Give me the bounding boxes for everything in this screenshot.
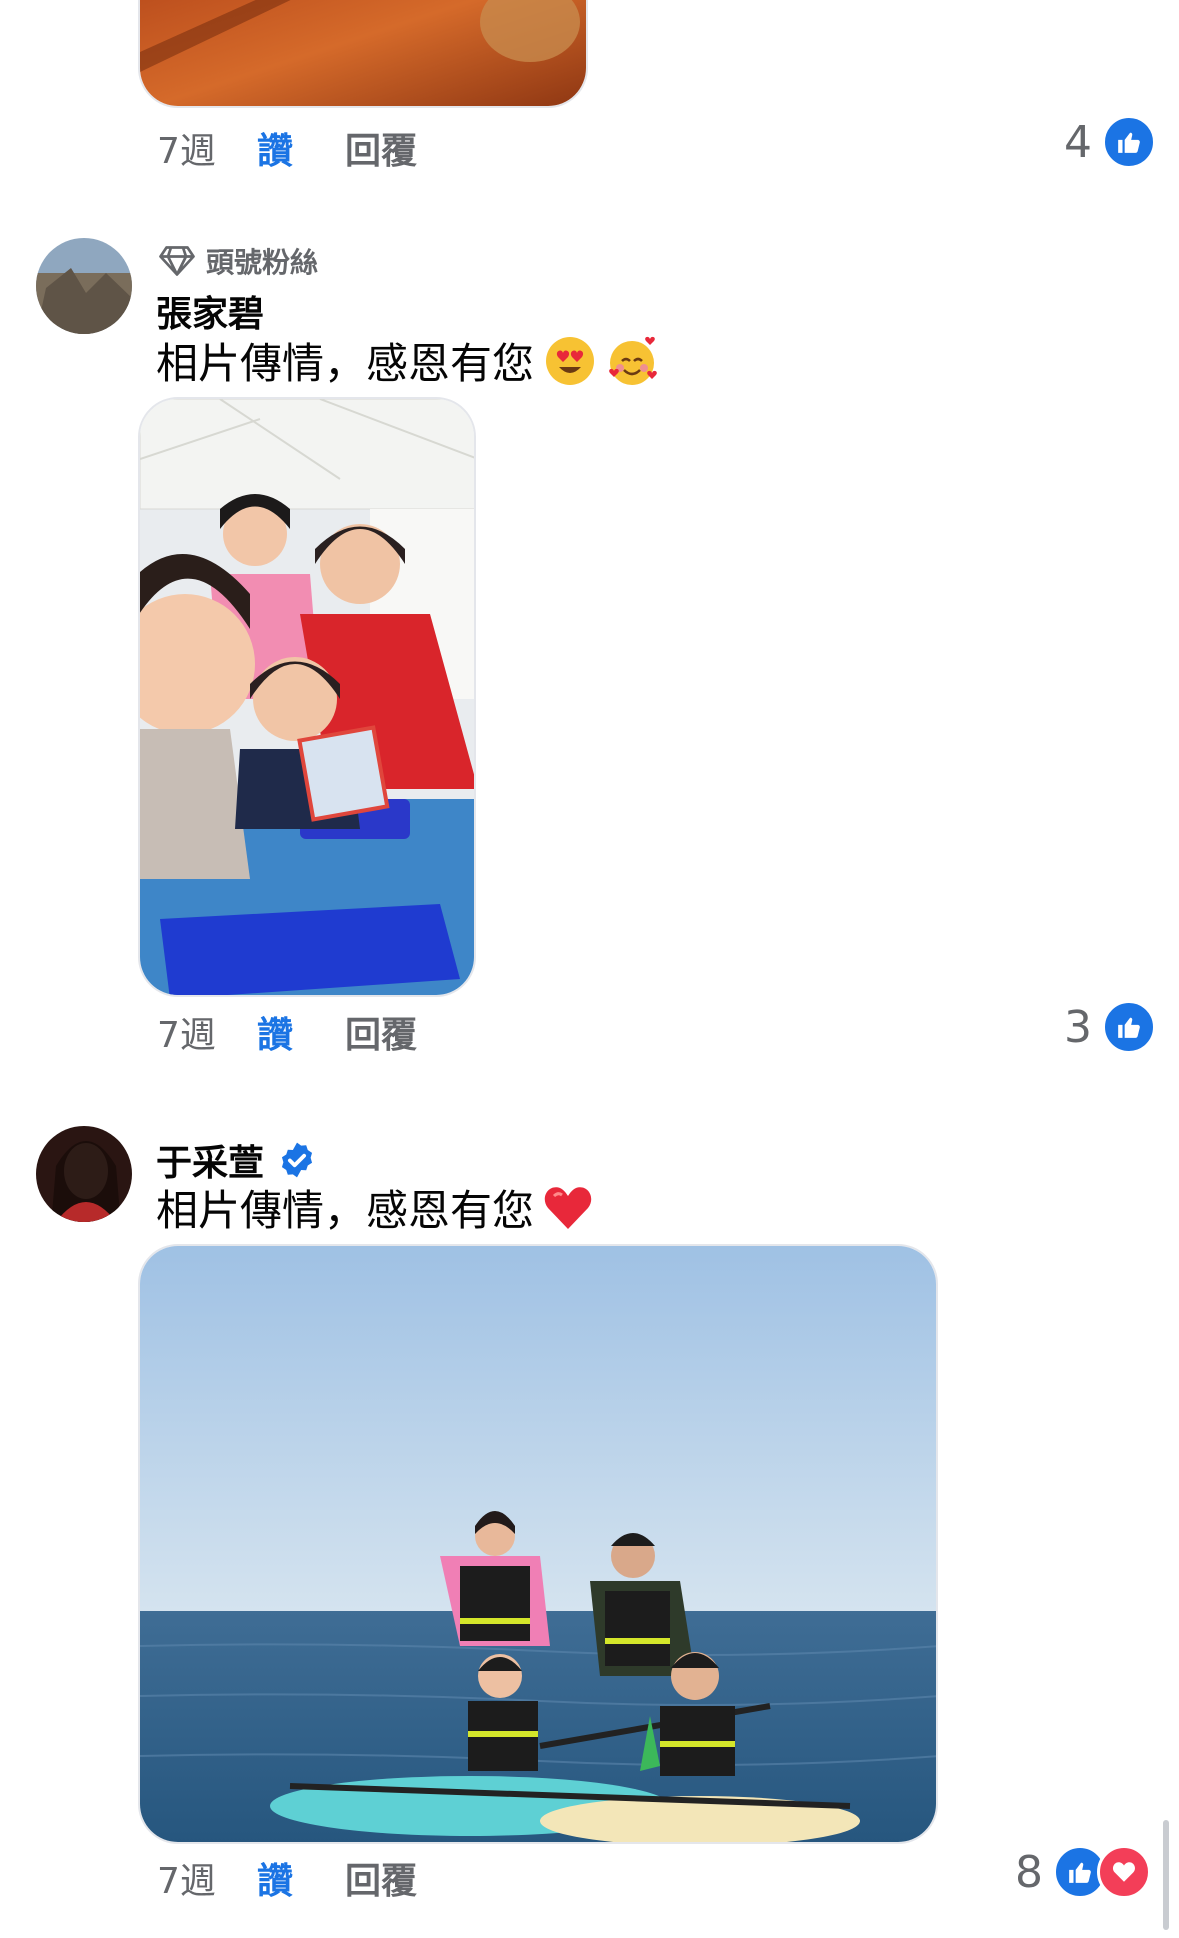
reaction-count: 3 [1064, 1001, 1092, 1053]
photo-paddleboard-sea [140, 1246, 936, 1842]
comment-text: 相片傳情，感恩有您 [156, 330, 658, 391]
reply-button[interactable]: 回覆 [345, 122, 417, 174]
reply-button[interactable]: 回覆 [345, 1852, 417, 1904]
diamond-icon [159, 246, 195, 276]
photo-family-selfie [140, 399, 474, 995]
comment-time[interactable]: 7週 [157, 1852, 257, 1904]
comment-actions: 7週 讚 回覆 [157, 122, 417, 174]
photo-wooden-table [140, 0, 586, 106]
reply-button[interactable]: 回覆 [345, 1006, 417, 1058]
scrollbar[interactable] [1163, 1820, 1169, 1930]
avatar[interactable] [36, 1126, 132, 1222]
heart-eyes-icon [546, 336, 595, 385]
reaction-count: 8 [1015, 1846, 1043, 1898]
verified-badge-icon [281, 1142, 313, 1178]
comment-time[interactable]: 7週 [157, 1006, 257, 1058]
reaction-summary[interactable]: 8 [1015, 1845, 1151, 1899]
comment-actions: 7週 讚 回覆 [157, 1852, 417, 1904]
avatar[interactable] [36, 238, 132, 334]
red-heart-icon [544, 1186, 592, 1229]
comment-body: 相片傳情，感恩有您 [156, 1186, 535, 1235]
reaction-summary[interactable]: 4 [1064, 115, 1156, 169]
smiling-face-with-hearts-icon [609, 336, 657, 385]
comment-photo[interactable] [138, 1244, 938, 1844]
like-button[interactable]: 讚 [257, 122, 345, 174]
comment-photo[interactable] [138, 397, 476, 997]
like-reaction-icon [1102, 1000, 1156, 1054]
top-fan-badge: 頭號粉絲 [158, 241, 318, 281]
reaction-count: 4 [1064, 116, 1092, 168]
comment-time[interactable]: 7週 [157, 122, 257, 174]
like-reaction-icon [1102, 115, 1156, 169]
reaction-summary[interactable]: 3 [1064, 1000, 1156, 1054]
love-reaction-icon [1097, 1845, 1151, 1899]
badge-text: 頭號粉絲 [206, 246, 319, 279]
like-button[interactable]: 讚 [257, 1006, 345, 1058]
comment-actions: 7週 讚 回覆 [157, 1006, 417, 1058]
comment-photo[interactable] [138, 0, 588, 108]
like-button[interactable]: 讚 [257, 1852, 345, 1904]
comment-text: 相片傳情，感恩有您 [156, 1177, 594, 1238]
comment-body: 相片傳情，感恩有您 [156, 339, 535, 388]
